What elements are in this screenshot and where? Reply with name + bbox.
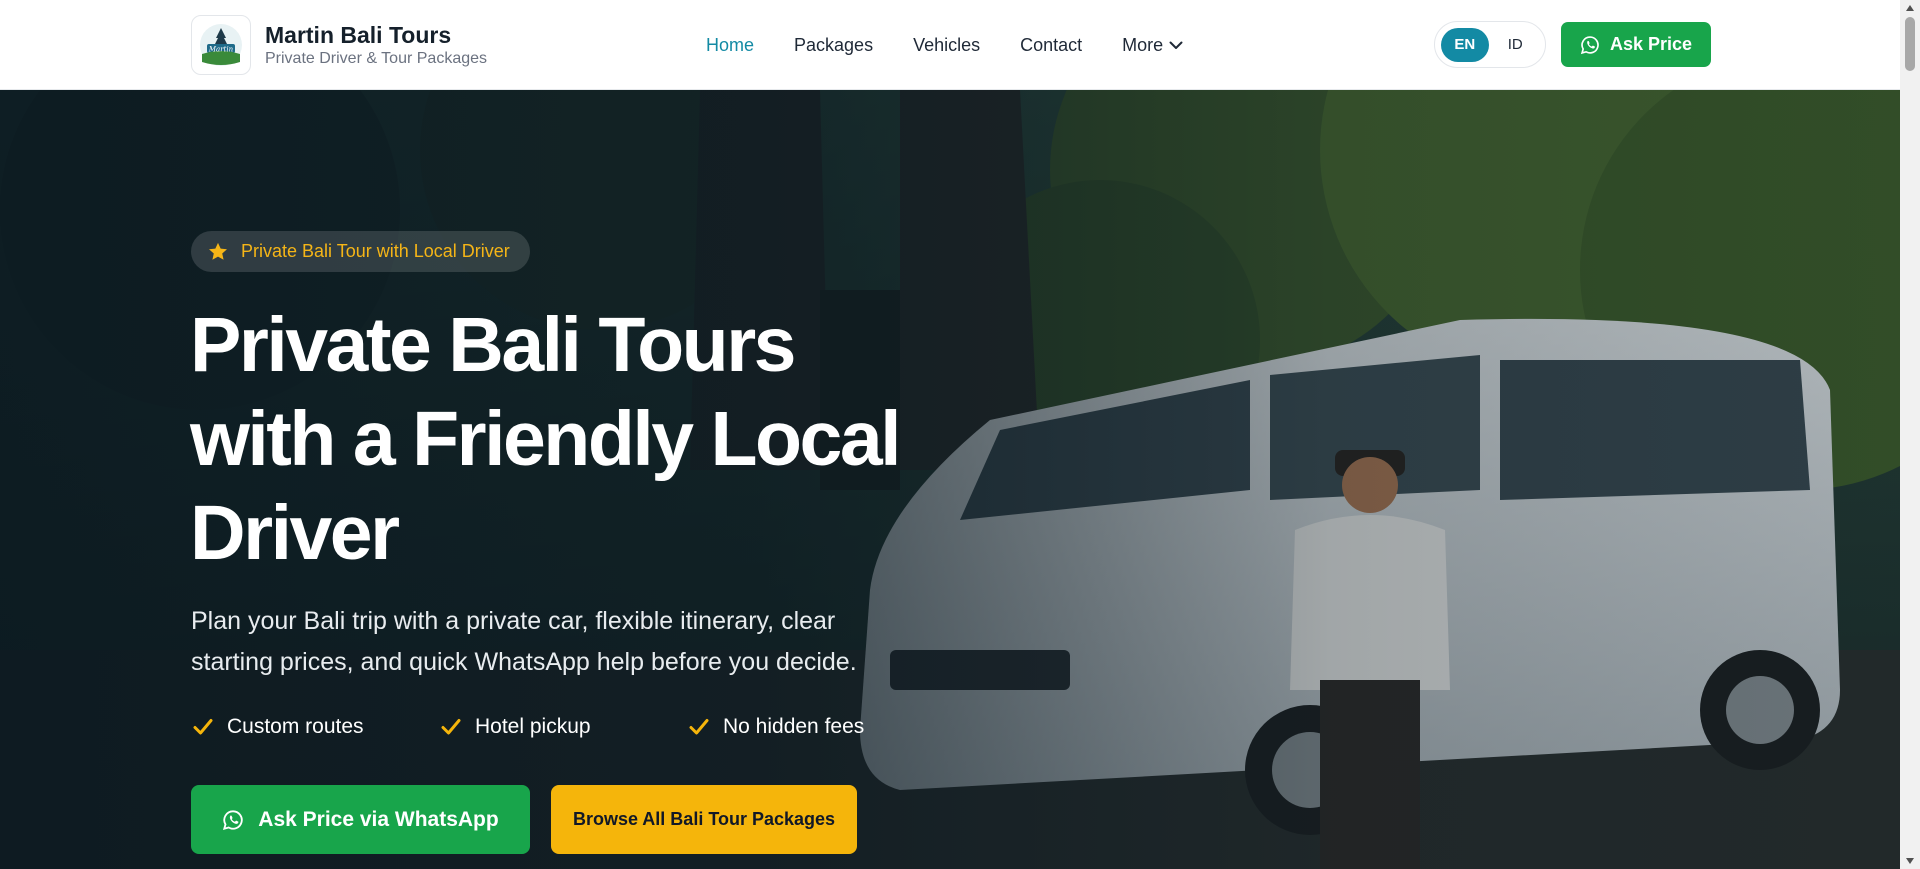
ask-price-label: Ask Price — [1609, 34, 1693, 54]
hero-title: Private Bali Tours with a Friendly Local… — [190, 298, 950, 580]
scroll-up-arrow-icon[interactable] — [1905, 3, 1915, 13]
brand-tagline: Private Driver & Tour Packages — [265, 50, 488, 67]
logo-wordmark: Martin — [208, 46, 234, 54]
ask-price-whatsapp-button[interactable]: Ask Price via WhatsApp — [191, 785, 530, 854]
page-scrollbar[interactable] — [1900, 0, 1920, 869]
nav-item-contact[interactable]: Contact — [1020, 33, 1082, 57]
temple-logo-icon: Martin — [200, 24, 242, 66]
nav-more-label: More — [1122, 35, 1164, 55]
check-icon — [441, 719, 461, 735]
hero-title-line-2: with a Friendly Local — [190, 396, 902, 482]
site-header: Martin Martin Bali Tours Private Driver … — [0, 0, 1900, 90]
feature-label: Custom routes — [227, 715, 364, 738]
scroll-down-arrow-icon[interactable] — [1905, 856, 1915, 866]
check-icon — [193, 719, 213, 735]
main-nav: Home Packages Vehicles Contact More — [706, 33, 1223, 57]
nav-item-home[interactable]: Home — [706, 33, 754, 57]
feature-item: No hidden fees — [689, 715, 864, 739]
feature-label: No hidden fees — [723, 715, 865, 738]
brand[interactable]: Martin Martin Bali Tours Private Driver … — [191, 15, 487, 75]
ask-price-button[interactable]: Ask Price — [1561, 22, 1711, 67]
chevron-down-icon — [1169, 41, 1183, 49]
feature-label: Hotel pickup — [475, 715, 591, 738]
hero-title-line-1: Private Bali Tours — [190, 302, 797, 388]
lang-id-button[interactable]: ID — [1492, 28, 1540, 62]
nav-item-more[interactable]: More — [1122, 33, 1183, 57]
language-switcher: EN ID — [1434, 21, 1546, 68]
lang-en-button[interactable]: EN — [1441, 27, 1489, 62]
feature-item: Custom routes — [193, 715, 364, 739]
browse-packages-button[interactable]: Browse All Bali Tour Packages — [551, 785, 857, 854]
whatsapp-icon — [223, 809, 243, 830]
hero-section: Private Bali Tour with Local Driver Priv… — [0, 90, 1900, 869]
brand-text: Martin Bali Tours Private Driver & Tour … — [265, 21, 487, 69]
scrollbar-thumb[interactable] — [1905, 17, 1915, 71]
whatsapp-icon — [1580, 35, 1599, 54]
nav-item-vehicles[interactable]: Vehicles — [913, 33, 980, 57]
hero-description: Plan your Bali trip with a private car, … — [191, 601, 931, 683]
hero-description-line-1: Plan your Bali trip with a private car, … — [191, 607, 836, 635]
hero-description-line-2: starting prices, and quick WhatsApp help… — [191, 648, 857, 676]
nav-item-packages[interactable]: Packages — [794, 33, 873, 57]
browse-packages-label: Browse All Bali Tour Packages — [572, 809, 836, 829]
hero-title-line-3: Driver — [190, 490, 400, 576]
ask-price-whatsapp-label: Ask Price via WhatsApp — [258, 807, 499, 831]
hero-badge-text: Private Bali Tour with Local Driver — [241, 241, 510, 261]
hero-badge: Private Bali Tour with Local Driver — [191, 231, 530, 272]
brand-name[interactable]: Martin Bali Tours — [265, 21, 487, 49]
brand-logo[interactable]: Martin — [191, 15, 251, 75]
feature-item: Hotel pickup — [441, 715, 591, 739]
check-icon — [689, 719, 709, 735]
star-icon — [209, 242, 227, 260]
